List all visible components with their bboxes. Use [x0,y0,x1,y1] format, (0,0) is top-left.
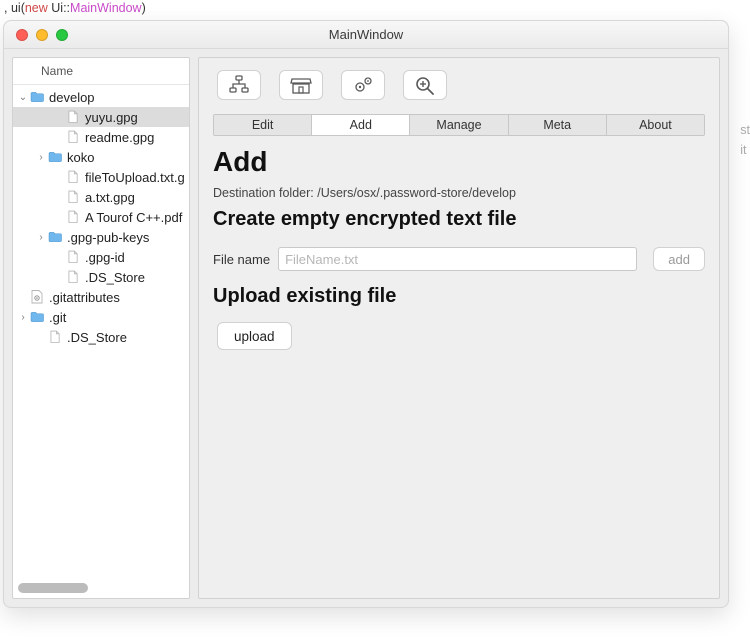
tree-item-label: .DS_Store [67,330,127,345]
tree-item[interactable]: › .gpg-pub-keys [13,227,189,247]
tree-item-label: .git [49,310,66,325]
tree-item[interactable]: readme.gpg [13,127,189,147]
destination-folder-text: Destination folder: /Users/osx/.password… [213,186,705,200]
tree-item-label: A Tourof C++.pdf [85,210,182,225]
tree-item-label: fileToUpload.txt.g [85,170,185,185]
file-icon [65,170,81,184]
tree-item[interactable]: .gpg-id [13,247,189,267]
chevron-right-icon[interactable]: › [17,312,29,323]
tab-bar: EditAddManageMetaAbout [213,114,705,136]
tree-item-label: .gitattributes [49,290,120,305]
file-icon [65,110,81,124]
file-icon [65,190,81,204]
tree-item[interactable]: ⌄ develop [13,87,189,107]
gear-file-icon [29,290,45,304]
tree-item[interactable]: .gitattributes [13,287,189,307]
tree-item[interactable]: › .git [13,307,189,327]
close-window-button[interactable] [16,29,28,41]
chevron-right-icon[interactable]: › [35,152,47,163]
tree-item[interactable]: fileToUpload.txt.g [13,167,189,187]
file-icon [65,210,81,224]
shop-icon [290,75,312,95]
tree-item-label: a.txt.gpg [85,190,135,205]
content-panel: EditAddManageMetaAbout Add Destination f… [198,57,720,599]
file-tree-panel: Name ⌄ develop yuyu.gpg readme.gpg › koko file… [12,57,190,599]
tab-manage[interactable]: Manage [410,115,508,135]
tree-item[interactable]: .DS_Store [13,267,189,287]
background-code-fragment: st it [740,120,750,160]
tree-icon [228,75,250,95]
horizontal-scrollbar[interactable] [16,581,186,595]
folder-icon [29,310,45,324]
folder-icon [47,230,63,244]
filename-label: File name [213,252,270,267]
file-icon [65,130,81,144]
create-file-heading: Create empty encrypted text file [213,208,705,231]
tree-item-label: readme.gpg [85,130,154,145]
tree-item[interactable]: A Tourof C++.pdf [13,207,189,227]
tree-item[interactable]: yuyu.gpg [13,107,189,127]
tab-meta[interactable]: Meta [509,115,607,135]
tree-item[interactable]: .DS_Store [13,327,189,347]
folder-icon [29,90,45,104]
window-title: MainWindow [4,27,728,42]
tree-item[interactable]: › koko [13,147,189,167]
icon-toolbar [213,70,705,100]
shop-icon-button[interactable] [279,70,323,100]
gears-icon-button[interactable] [341,70,385,100]
chevron-right-icon[interactable]: › [35,232,47,243]
tree-item-label: yuyu.gpg [85,110,138,125]
tree-item-label: .DS_Store [85,270,145,285]
filename-input[interactable] [278,247,637,271]
tree-item-label: develop [49,90,95,105]
zoom-icon-button[interactable] [403,70,447,100]
tree-item-label: .gpg-id [85,250,125,265]
chevron-down-icon[interactable]: ⌄ [17,92,29,103]
page-heading: Add [213,146,705,178]
file-icon [47,330,63,344]
upload-file-heading: Upload existing file [213,285,705,308]
app-window: MainWindow Name ⌄ develop yuyu.gpg readme.g… [3,20,729,608]
upload-button[interactable]: upload [217,322,292,350]
titlebar[interactable]: MainWindow [4,21,728,49]
zoom-icon [414,75,436,95]
folder-icon [47,150,63,164]
tree-icon-button[interactable] [217,70,261,100]
gears-icon [352,75,374,95]
editor-line: , ui(new Ui::MainWindow) [0,0,750,18]
horizontal-scrollbar-thumb[interactable] [18,583,88,593]
tree-item-label: .gpg-pub-keys [67,230,149,245]
zoom-window-button[interactable] [56,29,68,41]
tree-item-label: koko [67,150,94,165]
file-icon [65,250,81,264]
tab-about[interactable]: About [607,115,704,135]
tree-header-name[interactable]: Name [13,58,189,85]
minimize-window-button[interactable] [36,29,48,41]
add-button[interactable]: add [653,247,705,271]
file-icon [65,270,81,284]
tab-add[interactable]: Add [312,115,410,135]
file-tree[interactable]: ⌄ develop yuyu.gpg readme.gpg › koko fileToUpl… [13,85,189,578]
tree-item[interactable]: a.txt.gpg [13,187,189,207]
tab-edit[interactable]: Edit [214,115,312,135]
